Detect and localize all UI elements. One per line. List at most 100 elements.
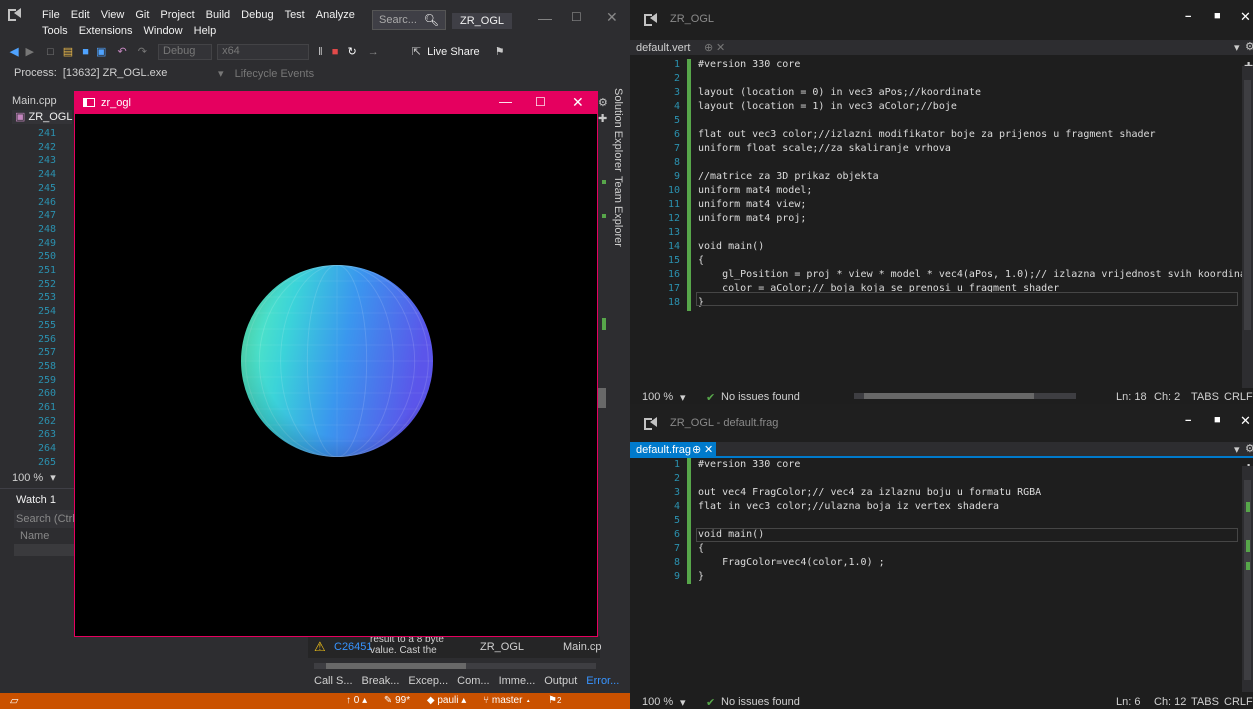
feedback-icon[interactable]: ⚑ [495,46,505,58]
forward-icon[interactable]: ▶ [26,46,34,58]
menu-item-help[interactable]: Help [194,25,217,37]
zoom-dropdown[interactable]: 100 % [642,391,673,403]
restart-icon[interactable]: ↻ [347,46,356,58]
zoom-dropdown[interactable]: 100 % [642,696,673,708]
chevron-down-icon[interactable]: ▾ [1234,443,1240,456]
close-button[interactable]: ✕ [606,9,618,26]
chevron-down-icon[interactable]: ▾ [680,391,686,404]
issues-label[interactable]: No issues found [721,391,800,403]
pin-icon[interactable]: ⊕ [692,443,701,456]
code-line[interactable]: #version 330 core [698,458,1242,472]
redo-icon[interactable]: ↷ [138,46,147,58]
frag-maximize-button[interactable]: ■ [1214,414,1221,426]
search-box[interactable]: Searc... 🔍︎ [372,10,446,30]
scrollbar-thumb[interactable] [598,388,606,408]
maximize-button[interactable]: ☐ [571,10,582,24]
frag-minimize-button[interactable]: − [1185,415,1191,427]
pause-icon[interactable]: ‖ [318,46,323,58]
tab-close-icon[interactable]: ✕ [716,41,725,54]
column-indicator[interactable]: Ch: 12 [1154,696,1186,708]
code-line[interactable]: flat out vec3 color;//izlazni modifikato… [698,128,1242,142]
minimize-button[interactable]: — [538,10,552,26]
tabs-indicator[interactable]: TABS [1191,391,1219,403]
code-line[interactable] [698,514,1242,528]
status-changes[interactable]: 99* [395,695,410,706]
menu-item-window[interactable]: Window [144,25,183,37]
project-dropdown[interactable]: ▣ ZR_OGL [12,110,72,124]
code-line[interactable]: FragColor=vec4(color,1.0) ; [698,556,1242,570]
crlf-indicator[interactable]: CRLF [1224,391,1253,403]
save-icon[interactable]: ■ [82,46,89,58]
code-line[interactable] [698,156,1242,170]
tab-main-cpp[interactable]: Main.cpp [12,95,57,107]
settings-icon[interactable]: ⚙ [598,96,608,109]
code-line[interactable]: out vec4 FragColor;// vec4 za izlaznu bo… [698,486,1242,500]
tool-tab-5[interactable]: Output [544,675,577,687]
live-share-icon[interactable]: ⇱ [412,46,421,58]
menu-item-debug[interactable]: Debug [241,9,273,21]
stop-icon[interactable]: ■ [332,46,339,58]
step-icon[interactable]: → [368,46,379,58]
code-line[interactable]: uniform mat4 proj; [698,212,1242,226]
menu-item-git[interactable]: Git [135,9,149,21]
menu-item-build[interactable]: Build [206,9,230,21]
code-line[interactable]: //matrice za 3D prikaz objekta [698,170,1242,184]
zoom-dropdown[interactable]: 100 % ▾ [12,471,56,484]
code-line[interactable]: { [698,254,1242,268]
code-line[interactable] [698,114,1242,128]
column-indicator[interactable]: Ch: 2 [1154,391,1180,403]
new-item-icon[interactable]: □ [47,46,54,58]
notification-icon[interactable]: ▱ [10,694,18,707]
code-line[interactable]: layout (location = 0) in vec3 aPos;//koo… [698,86,1242,100]
ogl-close-button[interactable]: ✕ [572,94,584,111]
tool-tab-3[interactable]: Com... [457,675,489,687]
line-indicator[interactable]: Ln: 18 [1116,391,1147,403]
menu-item-file[interactable]: File [42,9,60,21]
chevron-down-icon[interactable]: ▾ [1234,41,1240,54]
code-line[interactable]: gl_Position = proj * view * model * vec4… [698,268,1242,282]
live-share-button[interactable]: Live Share [427,46,480,58]
horizontal-scrollbar[interactable] [314,663,596,669]
code-line[interactable] [698,472,1242,486]
code-line[interactable]: #version 330 core [698,58,1242,72]
vert-minimize-button[interactable]: − [1185,11,1191,23]
menu-item-edit[interactable]: Edit [71,9,90,21]
menu-item-analyze[interactable]: Analyze [316,9,355,21]
menu-item-view[interactable]: View [101,9,125,21]
horizontal-scrollbar[interactable] [854,393,1076,399]
menu-item-extensions[interactable]: Extensions [79,25,133,37]
tab-close-icon[interactable]: ✕ [704,443,713,456]
chevron-down-icon[interactable]: ▾ [680,696,686,709]
open-folder-icon[interactable]: ▤ [63,46,73,58]
frag-vscrollbar[interactable] [1242,466,1253,692]
tool-tab-0[interactable]: Call S... [314,675,353,687]
watch-row[interactable] [14,544,74,556]
status-user[interactable]: pauli [437,695,458,706]
line-indicator[interactable]: Ln: 6 [1116,696,1140,708]
code-line[interactable] [698,226,1242,240]
code-line[interactable]: uniform mat4 model; [698,184,1242,198]
code-line[interactable]: void main() [698,240,1242,254]
process-value[interactable]: [13632] ZR_OGL.exe [63,67,168,79]
vert-maximize-button[interactable]: ■ [1214,10,1221,22]
code-line[interactable]: uniform float scale;//za skaliranje vrho… [698,142,1242,156]
platform-dropdown[interactable]: x64 [217,44,310,60]
tool-tab-6[interactable]: Error... [586,675,619,687]
tool-tab-1[interactable]: Break... [362,675,400,687]
code-line[interactable]: flat in vec3 color;//ulazna boja iz vert… [698,500,1242,514]
tab-default-frag[interactable]: default.frag ⊕ ✕ [630,442,716,456]
ogl-minimize-button[interactable]: — [499,94,512,109]
bell-icon[interactable]: ⚑ [548,695,557,706]
lifecycle-events[interactable]: ▾ Lifecycle Events [218,67,314,80]
back-icon[interactable]: ◀ [10,46,18,58]
vert-close-button[interactable]: ✕ [1240,9,1251,25]
pin-icon[interactable]: ✚ [598,112,608,125]
code-line[interactable]: layout (location = 1) in vec3 aColor;//b… [698,100,1242,114]
tool-tab-2[interactable]: Excep... [408,675,448,687]
tab-solution-explorer[interactable]: Solution Explorer [612,88,624,172]
code-line[interactable]: uniform mat4 view; [698,198,1242,212]
frag-code-area[interactable]: 1 2 3 4 5 6 7 8 9 #version 330 core out vec4 Frag… [630,458,1242,690]
tab-team-explorer[interactable]: Team Explorer [612,176,624,247]
save-all-icon[interactable]: ▣ [96,46,106,58]
vs-logo-icon[interactable] [8,8,22,21]
